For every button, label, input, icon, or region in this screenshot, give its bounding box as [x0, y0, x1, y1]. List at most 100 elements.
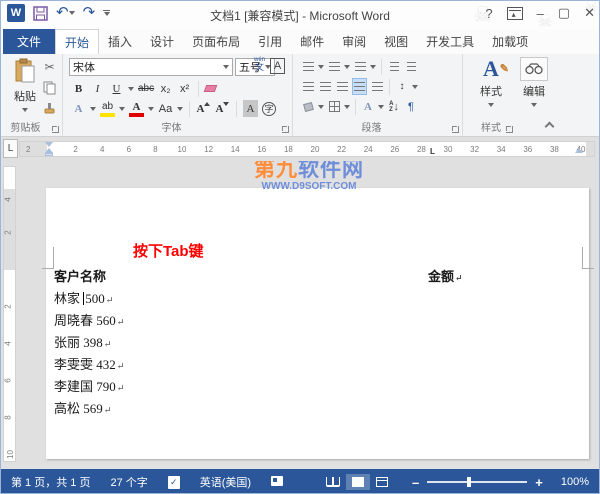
tab-developer[interactable]: 开发工具: [417, 29, 483, 54]
customer-row[interactable]: 张丽 398↵: [54, 332, 584, 354]
bullets-button[interactable]: [301, 58, 315, 75]
left-indent-marker[interactable]: [45, 153, 53, 156]
collapse-ribbon-icon[interactable]: [545, 122, 555, 132]
customer-row[interactable]: 李建国 790↵: [54, 376, 584, 398]
numbering-dropdown-icon[interactable]: [344, 65, 350, 69]
page-number-indicator[interactable]: 第 1 页，共 1 页: [1, 474, 100, 490]
multilevel-dropdown-icon[interactable]: [370, 65, 376, 69]
horizontal-ruler[interactable]: 2 246810121416182022242628303234363840 L: [19, 141, 595, 157]
justify-button[interactable]: [352, 78, 367, 95]
tab-insert[interactable]: 插入: [99, 29, 141, 54]
phonetic-guide-button[interactable]: wén 文: [254, 57, 265, 72]
bold-button[interactable]: B: [71, 80, 86, 97]
cut-icon[interactable]: ✂: [44, 60, 54, 74]
editing-dropdown-icon[interactable]: [531, 103, 537, 107]
font-color-dropdown-icon[interactable]: [148, 107, 154, 111]
right-indent-marker[interactable]: [575, 148, 583, 153]
tab-design[interactable]: 设计: [141, 29, 183, 54]
language-indicator[interactable]: 英语(美国): [190, 474, 261, 490]
web-layout-button[interactable]: [370, 474, 394, 490]
close-button[interactable]: ✕: [584, 5, 595, 21]
tab-file[interactable]: 文件: [3, 29, 55, 54]
line-spacing-dropdown-icon[interactable]: [412, 85, 418, 89]
document-area[interactable]: 42246810 第九软件网 WWW.D9SOFT.COM 按下Tab键 客户名…: [1, 161, 599, 469]
tab-selector-button[interactable]: L: [3, 139, 18, 158]
zoom-out-button[interactable]: –: [412, 475, 419, 490]
first-line-indent-marker[interactable]: [45, 142, 53, 147]
subscript-button[interactable]: x₂: [158, 80, 173, 97]
paste-dropdown-icon[interactable]: [22, 108, 28, 112]
ribbon-display-options-button[interactable]: [507, 7, 523, 20]
highlight-dropdown-icon[interactable]: [119, 107, 125, 111]
zoom-slider-handle[interactable]: [467, 477, 471, 487]
borders-button[interactable]: [327, 98, 341, 115]
word-count-indicator[interactable]: 27 个字: [100, 474, 157, 490]
strikethrough-button[interactable]: abc: [138, 80, 154, 97]
underline-dropdown-icon[interactable]: [128, 87, 134, 91]
align-right-button[interactable]: [335, 78, 349, 95]
grow-font-button[interactable]: A: [196, 100, 211, 117]
format-painter-icon[interactable]: [43, 102, 56, 115]
help-button[interactable]: ?: [485, 6, 492, 21]
bullets-dropdown-icon[interactable]: [318, 65, 324, 69]
tab-mailings[interactable]: 邮件: [291, 29, 333, 54]
zoom-in-button[interactable]: +: [535, 475, 543, 490]
font-name-combo[interactable]: 宋体: [69, 58, 233, 76]
customer-row[interactable]: 高松 569↵: [54, 398, 584, 420]
numbering-button[interactable]: [327, 58, 341, 75]
customer-row[interactable]: 周晓春 560↵: [54, 310, 584, 332]
zoom-slider[interactable]: [427, 476, 527, 488]
document-page[interactable]: 按下Tab键 客户名称 金额↵ 林家 500↵周晓春 560↵张丽 398↵李雯…: [46, 188, 589, 459]
zoom-level-indicator[interactable]: 100%: [551, 476, 599, 488]
sort-button[interactable]: AZ↓: [387, 98, 401, 115]
character-border-button[interactable]: A: [270, 58, 285, 74]
styles-button[interactable]: A✎ 样式: [471, 57, 511, 111]
align-left-button[interactable]: [301, 78, 315, 95]
text-highlight-button[interactable]: ab: [100, 100, 115, 117]
styles-dialog-launcher[interactable]: [506, 126, 513, 133]
vertical-ruler[interactable]: 42246810: [3, 166, 16, 462]
minimize-button[interactable]: –: [537, 6, 544, 21]
shading-dropdown-icon[interactable]: [318, 105, 324, 109]
text-effects-dropdown-icon[interactable]: [90, 107, 96, 111]
asian-layout-button[interactable]: A: [361, 98, 375, 115]
asian-layout-dropdown-icon[interactable]: [378, 105, 384, 109]
underline-button[interactable]: U: [109, 80, 124, 97]
decrease-indent-button[interactable]: [387, 58, 401, 75]
maximize-button[interactable]: ▢: [558, 5, 570, 21]
borders-dropdown-icon[interactable]: [344, 105, 350, 109]
copy-icon[interactable]: [43, 81, 56, 95]
tab-addins[interactable]: 加载项: [483, 29, 537, 54]
increase-indent-button[interactable]: [404, 58, 418, 75]
proofing-status-icon[interactable]: ✓: [168, 476, 180, 489]
shading-button[interactable]: [301, 98, 315, 115]
customer-row[interactable]: 李雯雯 432↵: [54, 354, 584, 376]
print-layout-button[interactable]: [346, 474, 370, 490]
tab-home[interactable]: 开始: [55, 29, 99, 54]
document-text[interactable]: 客户名称 金额↵ 林家 500↵周晓春 560↵张丽 398↵李雯雯 432↵李…: [54, 266, 584, 420]
font-dialog-launcher[interactable]: [282, 126, 289, 133]
distribute-button[interactable]: [370, 78, 384, 95]
tab-review[interactable]: 审阅: [333, 29, 375, 54]
styles-dropdown-icon[interactable]: [488, 103, 494, 107]
clipboard-dialog-launcher[interactable]: [52, 126, 59, 133]
change-case-button[interactable]: Aa: [158, 100, 173, 117]
macro-record-icon[interactable]: [271, 476, 283, 486]
line-spacing-button[interactable]: ↕: [395, 78, 409, 95]
editing-button[interactable]: 编辑: [515, 57, 553, 111]
shrink-font-button[interactable]: A: [215, 100, 230, 117]
paragraph-dialog-launcher[interactable]: [452, 126, 459, 133]
text-effects-button[interactable]: A: [71, 100, 86, 117]
show-hide-marks-button[interactable]: ¶: [404, 98, 418, 115]
tab-view[interactable]: 视图: [375, 29, 417, 54]
character-shading-button[interactable]: A: [243, 100, 258, 117]
clear-formatting-icon[interactable]: [204, 85, 218, 92]
tab-stop-marker[interactable]: L: [430, 147, 435, 156]
italic-button[interactable]: I: [90, 80, 105, 97]
customer-row[interactable]: 林家 500↵: [54, 288, 584, 310]
align-center-button[interactable]: [318, 78, 332, 95]
font-color-button[interactable]: A: [129, 100, 144, 117]
tab-page-layout[interactable]: 页面布局: [183, 29, 249, 54]
enclose-characters-button[interactable]: 字: [262, 102, 276, 116]
superscript-button[interactable]: x²: [177, 80, 192, 97]
